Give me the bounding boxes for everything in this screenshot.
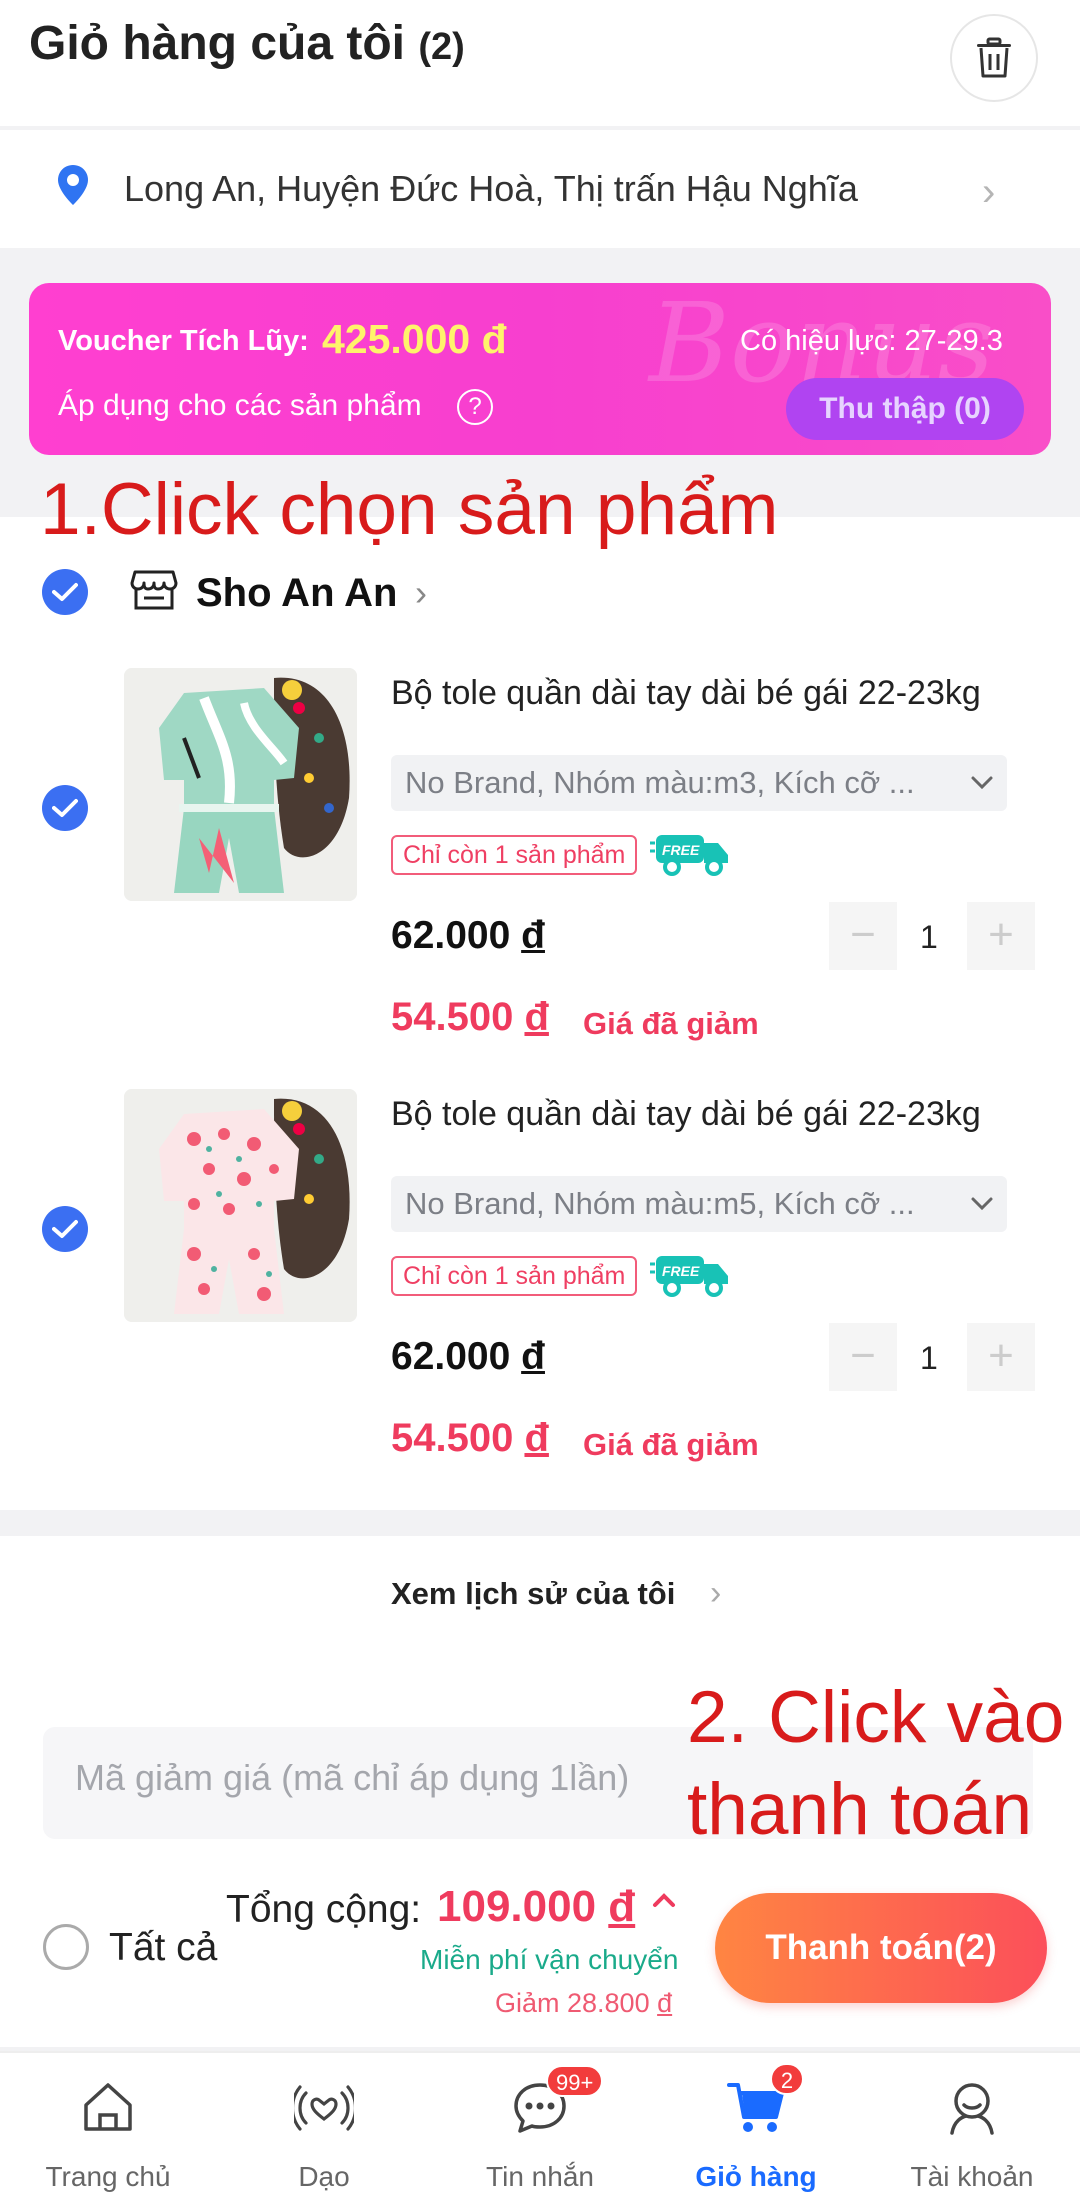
variant-select[interactable]: No Brand, Nhóm màu:m3, Kích cỡ ... xyxy=(391,755,1007,811)
product-image[interactable] xyxy=(124,1089,357,1322)
product-name[interactable]: Bộ tole quần dài tay dài bé gái 22-23kg xyxy=(391,674,981,713)
sale-price-label: Giá đã giảm xyxy=(583,1427,759,1462)
original-price: 62.000 đ xyxy=(391,914,545,957)
tab-messages[interactable]: 99+ Tin nhắn xyxy=(432,2053,648,2201)
tab-account[interactable]: Tài khoản xyxy=(864,2053,1080,2201)
quantity-value: 1 xyxy=(920,1340,938,1376)
trash-icon xyxy=(977,37,1011,78)
original-price: 62.000 đ xyxy=(391,1335,545,1378)
help-question-icon[interactable]: ? xyxy=(457,389,493,425)
user-icon xyxy=(950,2083,994,2135)
checkmark-icon xyxy=(52,583,78,601)
chevron-up-icon[interactable] xyxy=(650,1886,678,1914)
annotation-step2: 2. Click vào thanh toán xyxy=(687,1677,1065,1850)
tab-explore[interactable]: Dạo xyxy=(216,2053,432,2201)
history-label: Xem lịch sử của tôi xyxy=(391,1576,676,1611)
coupon-input[interactable] xyxy=(75,1757,725,1799)
free-shipping-truck-icon: FREE xyxy=(650,1256,728,1297)
total-amount: 109.000 đ xyxy=(437,1882,636,1931)
page-title: Giỏ hàng của tôi (2) xyxy=(29,17,465,70)
broadcast-heart-icon xyxy=(294,2085,354,2131)
shipping-address-row[interactable]: Long An, Huyện Đức Hoà, Thị trấn Hậu Ngh… xyxy=(0,130,1080,248)
cart-count: (2) xyxy=(418,26,465,68)
chevron-right-icon[interactable]: › xyxy=(415,572,427,614)
product-name[interactable]: Bộ tole quần dài tay dài bé gái 22-23kg xyxy=(391,1095,981,1134)
item-select-checkbox[interactable] xyxy=(42,785,88,831)
home-icon xyxy=(84,2083,132,2131)
collect-voucher-button[interactable]: Thu thập (0) xyxy=(786,378,1024,440)
stock-warning-tag: Chỉ còn 1 sản phẩm xyxy=(391,1256,638,1296)
messages-badge: 99+ xyxy=(546,2065,604,2097)
view-history-link[interactable]: Xem lịch sử của tôi › xyxy=(0,1536,1080,1660)
variant-select[interactable]: No Brand, Nhóm màu:m5, Kích cỡ ... xyxy=(391,1176,1007,1232)
total-label: Tổng cộng: xyxy=(226,1888,422,1931)
annotation-step1: 1.Click chọn sản phẩm xyxy=(40,469,779,550)
pajama-floral-image xyxy=(124,1089,357,1322)
chevron-down-icon xyxy=(971,776,993,790)
quantity-increase-button[interactable]: + xyxy=(967,1323,1035,1391)
free-shipping-truck-icon: FREE xyxy=(650,835,728,876)
checkmark-icon xyxy=(52,1220,78,1238)
header-bar: Giỏ hàng của tôi (2) xyxy=(0,0,1080,126)
voucher-label: Voucher Tích Lũy: xyxy=(58,325,309,357)
store-icon xyxy=(130,570,178,610)
svg-text:FREE: FREE xyxy=(662,842,700,858)
select-all-label[interactable]: Tất cả xyxy=(109,1926,217,1970)
sale-price: 54.500 đ xyxy=(391,1416,549,1460)
tab-cart[interactable]: 2 Giỏ hàng xyxy=(648,2053,864,2201)
quantity-increase-button[interactable]: + xyxy=(967,902,1035,970)
product-image[interactable] xyxy=(124,668,357,901)
chevron-right-icon: › xyxy=(982,170,996,214)
tab-label: Trang chủ xyxy=(45,2161,171,2192)
item-select-checkbox[interactable] xyxy=(42,1206,88,1252)
sale-price: 54.500 đ xyxy=(391,995,549,1039)
quantity-decrease-button[interactable]: − xyxy=(829,1323,897,1391)
voucher-banner: Bonus Voucher Tích Lũy: 425.000 đ Có hiệ… xyxy=(29,283,1051,455)
location-pin-icon xyxy=(58,165,88,205)
voucher-validity: Có hiệu lực: 27-29.3 xyxy=(740,325,1003,357)
quantity-value: 1 xyxy=(920,919,938,955)
checkout-button[interactable]: Thanh toán(2) xyxy=(715,1893,1047,2003)
delete-button[interactable] xyxy=(950,14,1038,102)
discount-text: Giảm 28.800 đ xyxy=(495,1988,673,2018)
variant-text: No Brand, Nhóm màu:m3, Kích cỡ ... xyxy=(405,765,915,800)
sale-price-label: Giá đã giảm xyxy=(583,1006,759,1041)
svg-text:FREE: FREE xyxy=(662,1263,700,1279)
voucher-amount: 425.000 đ xyxy=(322,316,507,362)
address-text: Long An, Huyện Đức Hoà, Thị trấn Hậu Ngh… xyxy=(124,168,858,209)
stock-warning-tag: Chỉ còn 1 sản phẩm xyxy=(391,835,638,875)
tab-label: Dạo xyxy=(298,2161,350,2192)
free-shipping-text: Miễn phí vận chuyển xyxy=(420,1944,679,1975)
cart-badge: 2 xyxy=(770,2063,804,2095)
variant-text: No Brand, Nhóm màu:m5, Kích cỡ ... xyxy=(405,1186,915,1221)
voucher-apply-text: Áp dụng cho các sản phẩm xyxy=(58,389,422,422)
shop-name[interactable]: Sho An An xyxy=(196,571,397,616)
chevron-down-icon xyxy=(971,1197,993,1211)
tab-home[interactable]: Trang chủ xyxy=(0,2053,216,2201)
checkmark-icon xyxy=(52,799,78,817)
pajama-mint-image xyxy=(124,668,357,901)
tab-label: Giỏ hàng xyxy=(695,2161,817,2192)
chevron-right-icon: › xyxy=(710,1574,722,1612)
shop-select-checkbox[interactable] xyxy=(42,569,88,615)
tab-label: Tài khoản xyxy=(910,2161,1034,2192)
quantity-decrease-button[interactable]: − xyxy=(829,902,897,970)
select-all-checkbox[interactable] xyxy=(43,1924,89,1970)
bottom-tab-bar: Trang chủ Dạo 99+ Tin nhắn 2 Giỏ hàng Tà… xyxy=(0,2051,1080,2201)
tab-label: Tin nhắn xyxy=(486,2161,594,2192)
